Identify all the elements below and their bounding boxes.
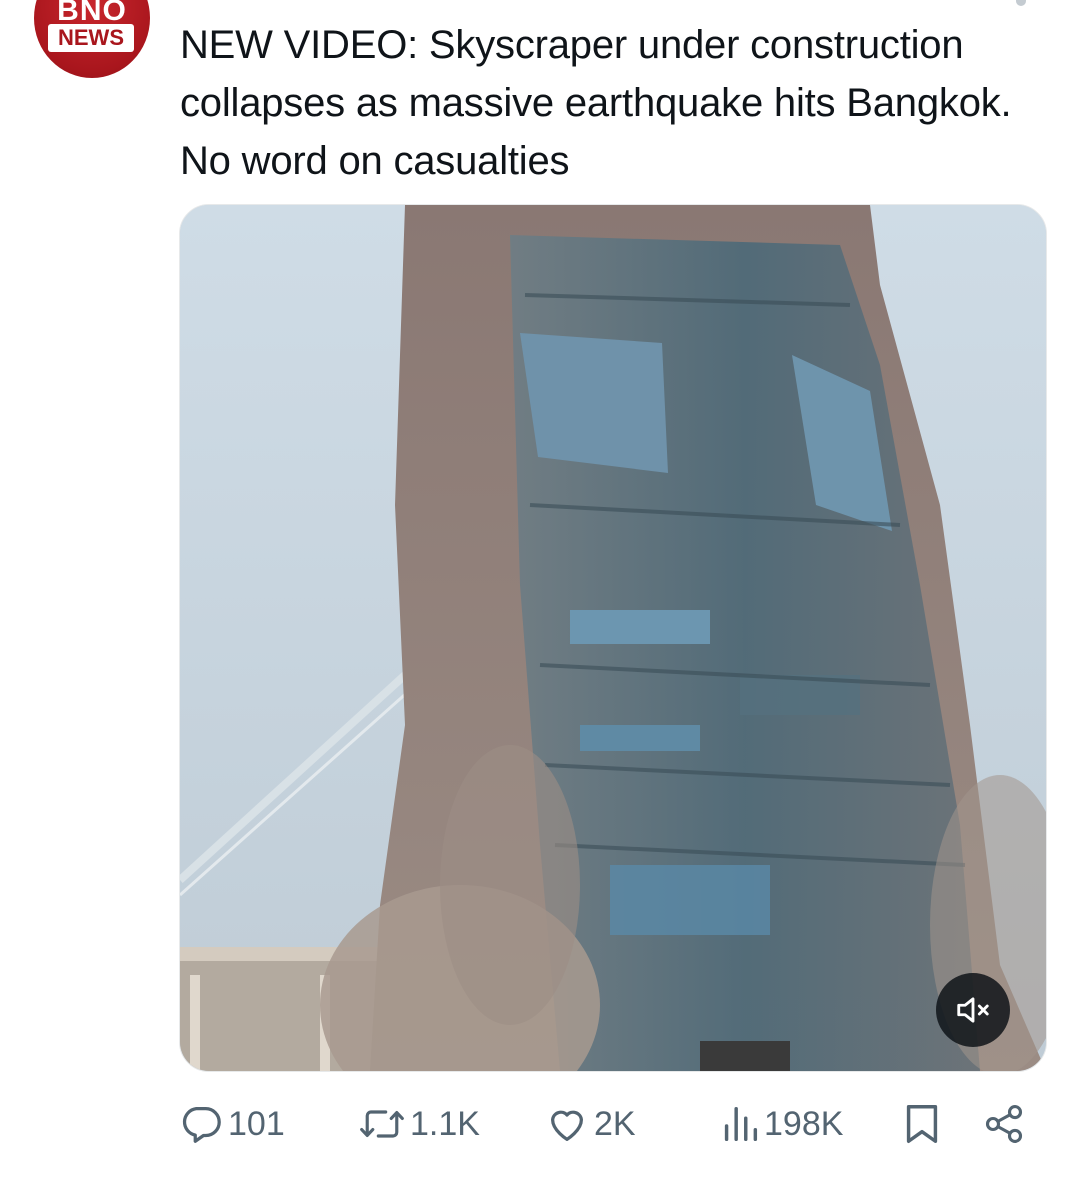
views-button[interactable]: 198K (720, 1098, 843, 1150)
avatar-logo-news: NEWS (48, 24, 134, 52)
reply-icon (182, 1107, 221, 1143)
like-button[interactable]: 2K (544, 1098, 636, 1150)
video-player[interactable] (179, 204, 1047, 1072)
bookmark-button[interactable] (902, 1098, 942, 1150)
views-count: 198K (764, 1104, 844, 1143)
tweet: BNO NEWS NEW VIDEO: Skyscraper under con… (0, 0, 1080, 1186)
mute-button[interactable] (936, 973, 1010, 1047)
repost-icon (360, 1110, 404, 1138)
reply-count: 101 (228, 1104, 285, 1143)
bookmark-icon (906, 1105, 938, 1143)
repost-count: 1.1K (410, 1104, 480, 1143)
tweet-text: NEW VIDEO: Skyscraper under construction… (180, 23, 1012, 183)
views-icon (724, 1106, 758, 1142)
share-icon (985, 1105, 1023, 1143)
avatar-logo-top: BNO (57, 0, 127, 27)
reply-button[interactable]: 101 (178, 1098, 285, 1150)
like-icon (550, 1110, 584, 1141)
share-button[interactable] (982, 1098, 1026, 1150)
action-bar: 101 1.1K 2K 198K (178, 1098, 1048, 1150)
video-frame (180, 205, 1046, 1071)
like-count: 2K (594, 1104, 636, 1143)
avatar[interactable]: BNO NEWS (34, 0, 150, 78)
more-options-icon[interactable] (1016, 0, 1026, 6)
repost-button[interactable]: 1.1K (358, 1098, 480, 1150)
volume-muted-icon (957, 997, 989, 1023)
